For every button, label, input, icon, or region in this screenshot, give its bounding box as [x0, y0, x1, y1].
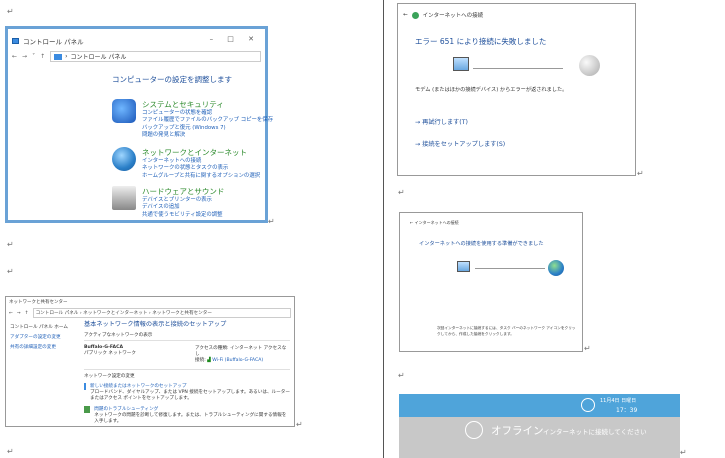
- category-title[interactable]: システムとセキュリティ: [142, 99, 273, 110]
- address-field[interactable]: コントロール パネル › ネットワークとインターネット › ネットワークと共有セ…: [32, 308, 291, 318]
- category-link[interactable]: デバイスの追加: [142, 204, 224, 211]
- paragraph-mark: ↵: [584, 344, 591, 353]
- troubleshoot-desc: ネットワークの問題を診断して修復します。または、トラブルシューティングに関する情…: [94, 413, 287, 424]
- network-center-window: ネットワークと共有センター ← → ↑ コントロール パネル › ネットワークと…: [5, 296, 295, 427]
- section-label: ネットワーク設定の変更: [84, 374, 135, 379]
- status-header: [399, 394, 680, 417]
- category-network-internet[interactable]: ネットワークとインターネット インターネットへの接続 ネットワークの状態とタスク…: [112, 147, 260, 180]
- connected-globe-icon: [548, 260, 564, 276]
- paragraph-mark: ↵: [296, 420, 303, 429]
- dialog-title: インターネットへの接続: [422, 13, 484, 19]
- paragraph-mark: ↵: [637, 169, 644, 178]
- shield-icon: [112, 99, 136, 123]
- paragraph-mark: ↵: [7, 447, 14, 456]
- paragraph-mark: ↵: [398, 188, 405, 197]
- disconnected-globe-icon: [579, 55, 600, 76]
- error-dialog: ← インターネットへの接続 エラー 651 により接続に失敗しました モデム (…: [397, 3, 636, 176]
- offline-banner: 11月4日 日曜日 17：39 オフライン インターネットに接続してください: [399, 394, 680, 458]
- back-icon[interactable]: ←: [410, 220, 413, 225]
- paragraph-mark: ↵: [398, 371, 405, 380]
- offline-status: オフライン: [491, 425, 544, 437]
- category-title[interactable]: ネットワークとインターネット: [142, 147, 260, 158]
- ready-dialog: ← インターネットへの接続 インターネットへの接続を使用する準備ができました 次…: [399, 212, 583, 352]
- control-panel-window: コントロール パネル – □ ✕ ← → ˅ ↑ › コントロール パネル コン…: [5, 26, 273, 223]
- category-link[interactable]: ファイル履歴でファイルのバックアップ コピーを保存: [142, 117, 273, 124]
- connection-line: [473, 68, 563, 69]
- setup-connection-link[interactable]: → 接続をセットアップします(S): [415, 139, 505, 148]
- globe-icon: [411, 11, 419, 19]
- clock-icon: [581, 398, 595, 412]
- network-center-title: ネットワークと共有センター: [9, 300, 68, 305]
- category-system-security[interactable]: システムとセキュリティ コンピューターの状態を確認 ファイル履歴でファイルのバッ…: [112, 99, 273, 139]
- forward-icon[interactable]: →: [22, 53, 27, 60]
- back-icon[interactable]: ←: [9, 311, 13, 316]
- paragraph-mark: ↵: [7, 7, 14, 16]
- category-link[interactable]: ホームグループと共有に関するオプションの選択: [142, 173, 260, 180]
- breadcrumb: ›: [65, 53, 68, 60]
- network-info: Buffalo-G-FACA パブリック ネットワーク アクセスの種類: インタ…: [84, 345, 290, 363]
- wifi-icon: ▟: [207, 358, 211, 363]
- page-title: コンピューターの設定を調整します: [112, 75, 232, 84]
- retry-link[interactable]: → 再試行します(T): [415, 117, 468, 126]
- address-bar: ← → ↑ コントロール パネル › ネットワークとインターネット › ネットワ…: [9, 308, 291, 318]
- paragraph-mark: ↵: [268, 217, 275, 226]
- sidebar-item-home[interactable]: コントロール パネル ホーム: [10, 323, 68, 333]
- new-connection-desc: ブロードバンド、ダイヤルアップ、または VPN 接続をセットアップします。あるい…: [90, 390, 290, 401]
- new-connection-item[interactable]: 新しい接続またはネットワークのセットアップ ブロードバンド、ダイヤルアップ、また…: [84, 383, 290, 401]
- paragraph-mark: ↵: [680, 448, 687, 457]
- error-message: モデム (またはほかの接続デバイス) からエラーが返されました。: [415, 87, 568, 93]
- ready-message: 次回インターネットに接続するには、タスク バーのネットワーク アイコンをクリック…: [437, 326, 576, 336]
- sidebar-item-sharing[interactable]: 共有の詳細設定の変更: [10, 343, 68, 353]
- control-panel-title: コントロール パネル: [23, 38, 84, 46]
- network-setup-icon: [84, 383, 86, 390]
- offline-message: インターネットに接続してください: [543, 428, 647, 436]
- error-heading: エラー 651 により接続に失敗しました: [415, 37, 547, 46]
- column-divider: [383, 0, 384, 458]
- dialog-titlebar: ← インターネットへの接続: [403, 11, 483, 19]
- page-title: 基本ネットワーク情報の表示と接続のセットアップ: [84, 321, 227, 328]
- status-time: 17：39: [616, 407, 638, 414]
- status-date: 11月4日 日曜日: [600, 398, 637, 404]
- back-icon[interactable]: ←: [403, 12, 408, 18]
- up-icon[interactable]: ↑: [25, 311, 29, 316]
- section-label: アクティブなネットワークの表示: [84, 333, 153, 338]
- ready-heading: インターネットへの接続を使用する準備ができました: [419, 241, 544, 247]
- category-title[interactable]: ハードウェアとサウンド: [142, 186, 224, 197]
- up-icon[interactable]: ↑: [40, 53, 45, 60]
- control-panel-titlebar: コントロール パネル: [12, 36, 84, 46]
- connection-label: 接続:: [195, 358, 206, 363]
- connection-line: [475, 268, 545, 269]
- address-text: コントロール パネル: [70, 54, 127, 61]
- chevron-down-icon[interactable]: ˅: [32, 53, 35, 60]
- folder-icon: [54, 53, 63, 60]
- computer-icon: [457, 261, 470, 272]
- sidebar: コントロール パネル ホーム アダプターの設定の変更 共有の詳細設定の変更: [10, 323, 68, 353]
- category-link[interactable]: 共通で使うモビリティ設定の調整: [142, 212, 224, 219]
- category-link[interactable]: バックアップと復元 (Windows 7): [142, 125, 273, 132]
- paragraph-mark: ↵: [7, 240, 14, 249]
- access-type-label: アクセスの種類:: [195, 346, 229, 351]
- address-bar: ← → ˅ ↑ › コントロール パネル: [12, 50, 261, 63]
- category-link[interactable]: ネットワークの状態とタスクの表示: [142, 165, 260, 172]
- sidebar-item-adapter[interactable]: アダプターの設定の変更: [10, 333, 68, 343]
- network-type: パブリック ネットワーク: [84, 351, 136, 356]
- paragraph-mark: ↵: [7, 267, 14, 276]
- connection-link[interactable]: Wi-Fi (Buffalo-G-FACA): [212, 358, 263, 363]
- address-field[interactable]: › コントロール パネル: [50, 51, 261, 62]
- dialog-titlebar: ← インターネットへの接続: [410, 220, 459, 226]
- troubleshoot-item[interactable]: 問題のトラブルシューティング ネットワークの問題を診断して修復します。または、ト…: [84, 406, 290, 424]
- control-panel-icon: [12, 38, 19, 44]
- troubleshoot-icon: [84, 406, 91, 413]
- computer-icon: [453, 57, 469, 71]
- main-panel: 基本ネットワーク情報の表示と接続のセットアップ アクティブなネットワークの表示 …: [84, 319, 290, 424]
- dialog-title: インターネットへの接続: [414, 220, 459, 225]
- category-link[interactable]: 問題の発見と解決: [142, 132, 273, 139]
- globe-icon: [112, 147, 136, 171]
- category-hardware-sound[interactable]: ハードウェアとサウンド デバイスとプリンターの表示 デバイスの追加 共通で使うモ…: [112, 186, 224, 219]
- printer-icon: [112, 186, 136, 210]
- window-controls[interactable]: – □ ✕: [210, 35, 260, 43]
- back-icon[interactable]: ←: [12, 53, 17, 60]
- forward-icon[interactable]: →: [17, 311, 21, 316]
- globe-icon: [465, 421, 483, 439]
